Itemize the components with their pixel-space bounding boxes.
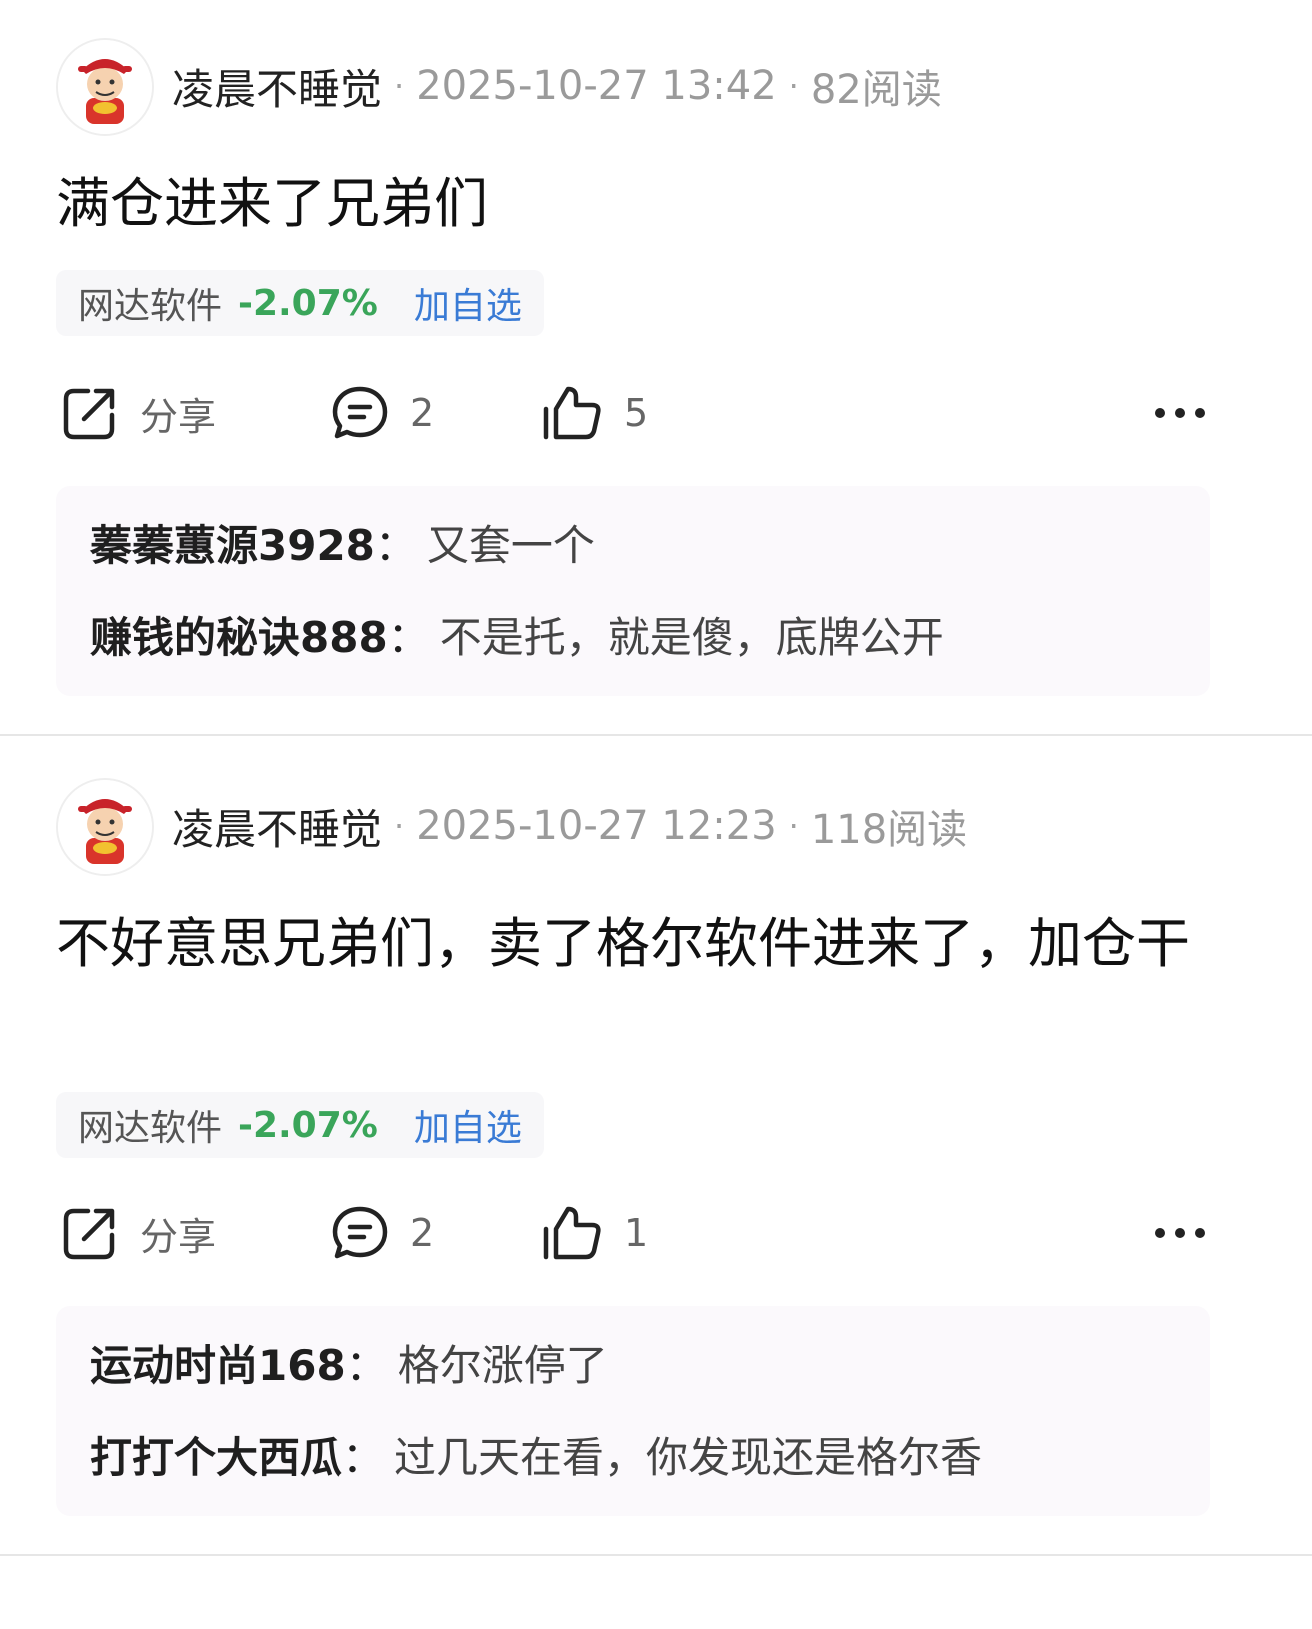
comment-count: 2 (410, 391, 435, 435)
meta-separator: · (788, 67, 799, 105)
caishen-avatar-icon (58, 780, 152, 874)
comment-item[interactable]: 蓁蓁蕙源3928 ： 又套一个 (90, 512, 595, 572)
add-watchlist-button[interactable]: 加自选 (414, 277, 522, 329)
comment-user[interactable]: 蓁蓁蕙源3928 (90, 512, 375, 573)
read-count: 118阅读 (810, 807, 968, 853)
comment-text: 又套一个 (426, 520, 595, 570)
comment-user[interactable]: 打打个大西瓜 (90, 1424, 342, 1485)
more-icon (1155, 1228, 1205, 1238)
comment-item[interactable]: 赚钱的秘诀888 ： 不是托，就是傻，底牌公开 (90, 604, 944, 664)
comment-colon: ： (342, 1432, 385, 1482)
stock-name[interactable]: 网达软件 (78, 1099, 222, 1151)
like-count: 1 (624, 1211, 649, 1255)
like-button[interactable]: 5 (540, 378, 648, 448)
add-watchlist-button[interactable]: 加自选 (414, 1099, 522, 1151)
share-icon (63, 1208, 115, 1260)
comment-button[interactable]: 2 (330, 378, 434, 448)
stock-tag[interactable]: 网达软件 -2.07% 加自选 (56, 1092, 544, 1158)
comment-text: 格尔涨停了 (397, 1340, 608, 1390)
share-button[interactable]: 分享 (60, 1198, 216, 1268)
post-divider (0, 734, 1312, 736)
comment-text: 过几天在看，你发现还是格尔香 (394, 1432, 983, 1482)
comment-colon: ： (345, 1340, 388, 1390)
read-count: 82阅读 (810, 67, 942, 113)
comment-colon: ： (387, 612, 430, 662)
more-button[interactable] (1154, 1198, 1206, 1268)
thumbs-up-icon (543, 1206, 601, 1260)
post-card: 凌晨不睡觉 · 2025-10-27 12:23 · 118阅读 不好意思兄弟们… (0, 740, 1312, 1570)
comment-preview[interactable]: 运动时尚168 ： 格尔涨停了 打打个大西瓜 ： 过几天在看，你发现还是格尔香 (56, 1306, 1210, 1516)
comment-user[interactable]: 运动时尚168 (90, 1332, 346, 1393)
more-button[interactable] (1154, 378, 1206, 448)
author-name[interactable]: 凌晨不睡觉 (172, 796, 382, 857)
stock-change: -2.07% (238, 1104, 378, 1146)
comment-item[interactable]: 打打个大西瓜 ： 过几天在看，你发现还是格尔香 (90, 1424, 982, 1484)
avatar[interactable] (56, 38, 154, 136)
like-count: 5 (624, 391, 649, 435)
like-button[interactable]: 1 (540, 1198, 648, 1268)
meta-separator: · (394, 807, 405, 845)
caishen-avatar-icon (58, 40, 152, 134)
post-content[interactable]: 不好意思兄弟们，卖了格尔软件进来了，加仓干 (56, 904, 1256, 984)
post-time: 2025-10-27 12:23 (416, 803, 777, 849)
share-label: 分享 (140, 1214, 217, 1259)
post-time: 2025-10-27 13:42 (416, 63, 777, 109)
comment-count: 2 (410, 1211, 435, 1255)
comment-icon (332, 1206, 388, 1259)
action-bar: 分享 2 5 (56, 378, 1206, 448)
post-content[interactable]: 满仓进来了兄弟们 (56, 164, 1256, 244)
post-meta: 凌晨不睡觉 · 2025-10-27 13:42 · 82阅读 (172, 56, 942, 116)
author-name[interactable]: 凌晨不睡觉 (172, 56, 382, 117)
comment-item[interactable]: 运动时尚168 ： 格尔涨停了 (90, 1332, 608, 1392)
stock-tag[interactable]: 网达软件 -2.07% 加自选 (56, 270, 544, 336)
stock-name[interactable]: 网达软件 (78, 277, 222, 329)
comment-colon: ： (374, 520, 417, 570)
comment-text: 不是托，就是傻，底牌公开 (439, 612, 944, 662)
comment-preview[interactable]: 蓁蓁蕙源3928 ： 又套一个 赚钱的秘诀888 ： 不是托，就是傻，底牌公开 (56, 486, 1210, 696)
avatar[interactable] (56, 778, 154, 876)
post-card: 凌晨不睡觉 · 2025-10-27 13:42 · 82阅读 满仓进来了兄弟们… (0, 0, 1312, 760)
comment-icon (332, 386, 388, 439)
meta-separator: · (788, 807, 799, 845)
more-icon (1155, 408, 1205, 418)
share-button[interactable]: 分享 (60, 378, 216, 448)
share-label: 分享 (140, 394, 217, 439)
share-icon (63, 388, 115, 440)
post-divider (0, 1554, 1312, 1556)
post-meta: 凌晨不睡觉 · 2025-10-27 12:23 · 118阅读 (172, 796, 967, 856)
stock-change: -2.07% (238, 282, 378, 324)
meta-separator: · (394, 67, 405, 105)
thumbs-up-icon (543, 386, 601, 440)
comment-button[interactable]: 2 (330, 1198, 434, 1268)
action-bar: 分享 2 1 (56, 1198, 1206, 1268)
comment-user[interactable]: 赚钱的秘诀888 (90, 604, 388, 665)
